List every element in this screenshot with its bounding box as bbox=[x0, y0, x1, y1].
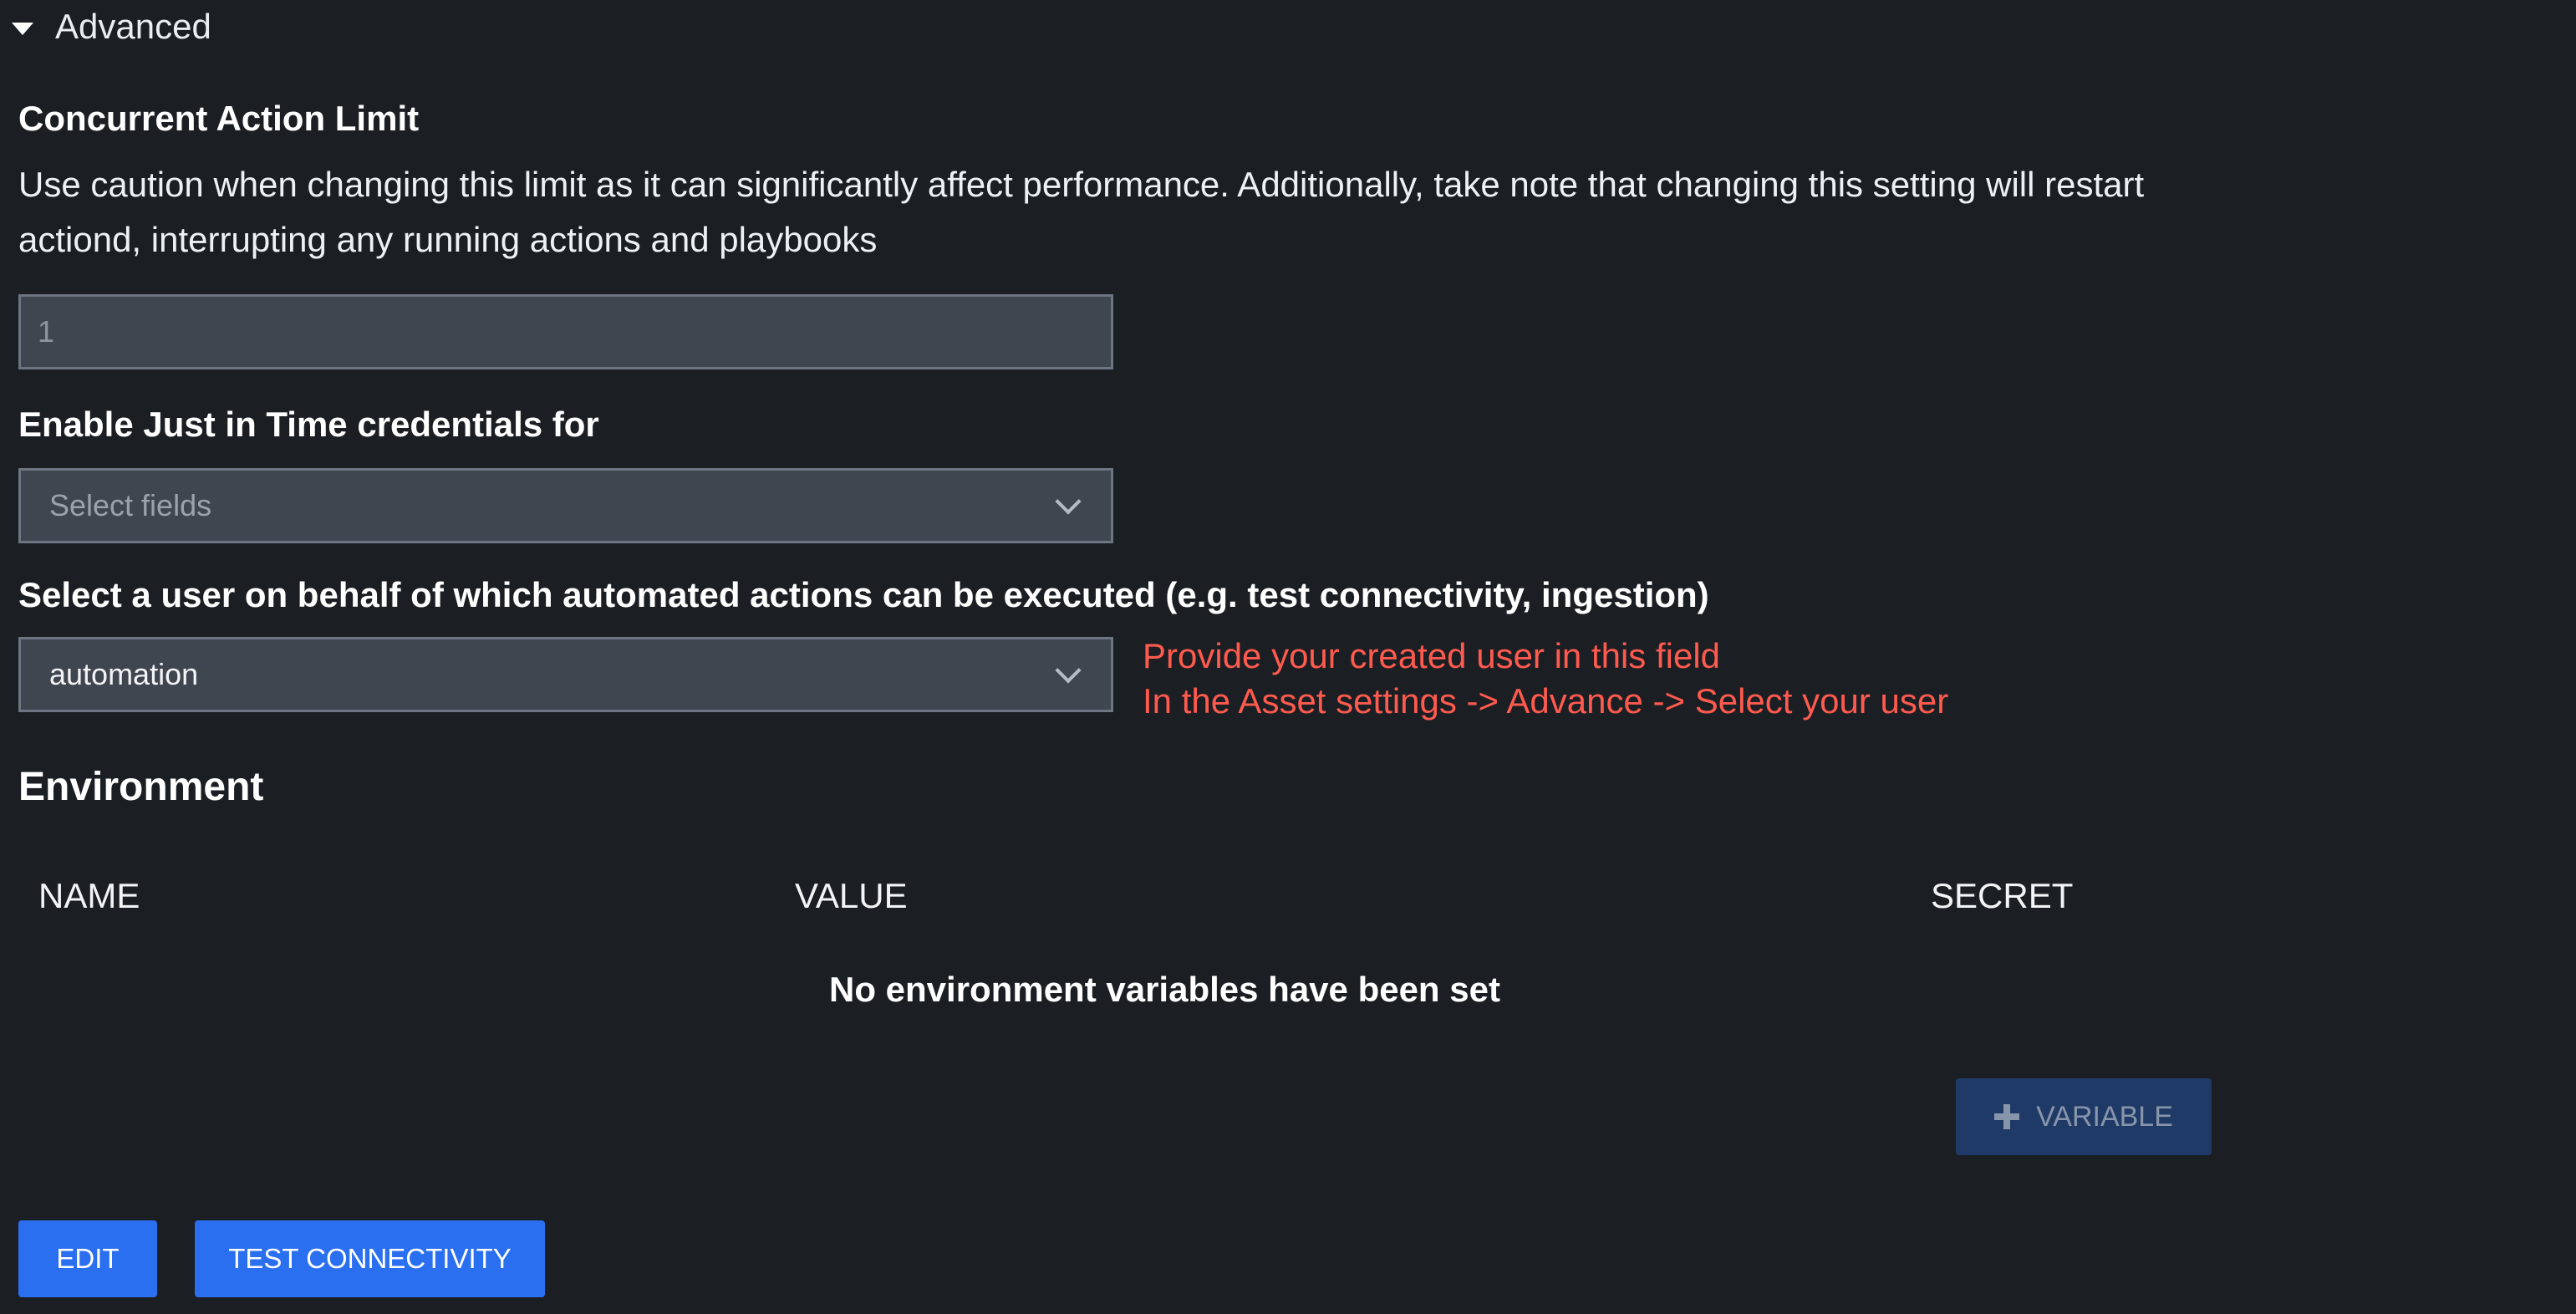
add-variable-label: VARIABLE bbox=[2036, 1100, 2173, 1133]
edit-button[interactable]: EDIT bbox=[18, 1220, 157, 1297]
concurrent-action-limit-description: Use caution when changing this limit as … bbox=[18, 165, 2145, 259]
concurrent-action-limit-label: Concurrent Action Limit bbox=[18, 99, 420, 138]
annotation-line-2: In the Asset settings -> Advance -> Sele… bbox=[1143, 681, 1949, 721]
column-header-value: VALUE bbox=[795, 876, 908, 915]
caret-down-icon bbox=[12, 22, 33, 35]
advanced-section-toggle[interactable]: Advanced bbox=[12, 3, 211, 50]
environment-title: Environment bbox=[18, 765, 264, 809]
test-connectivity-button-label: TEST CONNECTIVITY bbox=[228, 1243, 512, 1274]
advanced-section-label: Advanced bbox=[55, 7, 211, 46]
concurrent-action-limit-input[interactable]: 1 bbox=[18, 294, 1113, 369]
automation-user-select[interactable]: automation bbox=[18, 637, 1113, 712]
asset-settings-page: Advanced Concurrent Action Limit Use cau… bbox=[0, 0, 2576, 1314]
add-variable-button[interactable]: VARIABLE bbox=[1956, 1078, 2212, 1155]
edit-button-label: EDIT bbox=[56, 1243, 120, 1274]
chevron-down-icon bbox=[1055, 657, 1082, 684]
column-header-name: NAME bbox=[38, 876, 140, 915]
jit-credentials-label: Enable Just in Time credentials for bbox=[18, 405, 599, 444]
jit-credentials-placeholder: Select fields bbox=[49, 488, 212, 522]
jit-credentials-select[interactable]: Select fields bbox=[18, 468, 1113, 543]
column-header-secret: SECRET bbox=[1931, 876, 2074, 915]
concurrent-action-limit-value: 1 bbox=[38, 314, 55, 349]
plus-icon bbox=[1994, 1104, 2020, 1129]
environment-empty-message: No environment variables have been set bbox=[829, 970, 1500, 1009]
annotation-line-1: Provide your created user in this field bbox=[1143, 636, 1721, 675]
test-connectivity-button[interactable]: TEST CONNECTIVITY bbox=[195, 1220, 545, 1297]
automation-user-selected-value: automation bbox=[49, 657, 199, 691]
automation-user-label: Select a user on behalf of which automat… bbox=[18, 575, 1709, 614]
chevron-down-icon bbox=[1055, 488, 1082, 515]
